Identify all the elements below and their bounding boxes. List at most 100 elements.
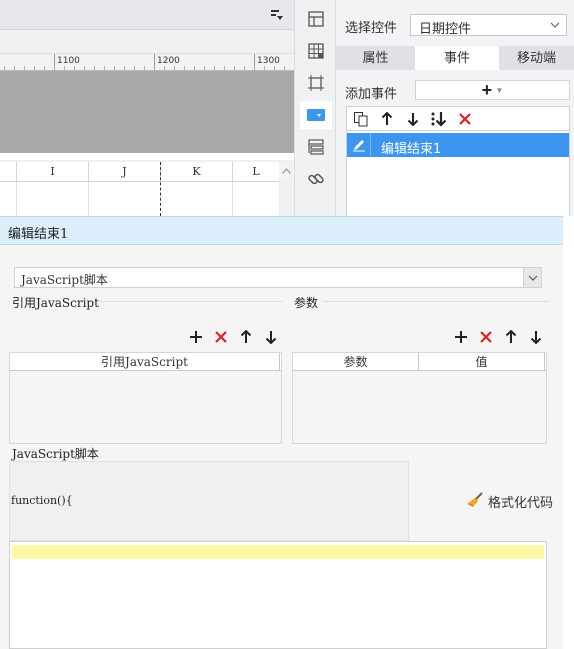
arrow-up-icon[interactable]: [238, 329, 254, 345]
section-divider: [322, 301, 550, 302]
ruler-minor-tick: [284, 66, 285, 70]
canvas-backdrop: [0, 71, 294, 153]
column-header-row: I J K L: [0, 162, 279, 182]
format-code-label: 格式化代码: [488, 494, 554, 510]
ruler-minor-tick: [174, 66, 175, 70]
delete-icon[interactable]: [213, 329, 229, 345]
event-item-label: 编辑结束1: [381, 142, 442, 157]
column-header-k[interactable]: K: [161, 162, 233, 182]
layout-icon[interactable]: [300, 5, 332, 33]
ruler-minor-tick: [204, 66, 205, 70]
page-break-line: [160, 162, 161, 216]
delete-icon[interactable]: [478, 329, 494, 345]
code-prefix-text: function(){: [11, 494, 73, 507]
column-header-cell[interactable]: [0, 162, 17, 182]
add-event-button[interactable]: + ▼: [415, 80, 570, 100]
tab-mobile[interactable]: 移动端: [499, 46, 574, 70]
tab-properties[interactable]: 属性: [336, 46, 415, 70]
add-event-label: 添加事件: [345, 86, 398, 101]
dialog-body: JavaScript脚本 引用JavaScript 引用JavaScript 参…: [0, 245, 563, 649]
arrow-down-icon[interactable]: [528, 329, 544, 345]
ruler-minor-tick: [44, 66, 45, 70]
component-toolbar: [294, 0, 336, 216]
chevron-down-icon[interactable]: [523, 268, 541, 287]
add-icon[interactable]: [453, 329, 469, 345]
ruler-minor-tick: [214, 66, 215, 70]
ruler-minor-tick: [264, 66, 265, 70]
ruler-minor-tick: [4, 66, 5, 70]
delete-icon[interactable]: [456, 110, 474, 128]
event-type-value: JavaScript脚本: [21, 273, 108, 287]
arrow-up-icon[interactable]: [503, 329, 519, 345]
params-section-label: 参数: [294, 296, 319, 310]
ruler-minor-tick: [114, 66, 115, 70]
ruler-minor-tick: [74, 66, 75, 70]
ref-js-table[interactable]: 引用JavaScript: [9, 352, 282, 444]
javascript-code-editor[interactable]: [9, 541, 547, 649]
expand-menu-icon[interactable]: [270, 8, 284, 22]
grid-line: [88, 182, 89, 216]
ruler-minor-tick: [24, 66, 25, 70]
broom-icon: [466, 491, 484, 511]
params-table-header: 参数 值: [293, 353, 546, 371]
ruler-minor-tick: [224, 66, 225, 70]
ruler-label: 1300: [257, 56, 280, 66]
chevron-down-icon: [550, 19, 560, 29]
link-icon[interactable]: [300, 165, 332, 193]
ruler-minor-tick: [164, 66, 165, 70]
ruler-minor-tick: [254, 66, 255, 70]
event-toolbar: [347, 107, 569, 131]
list-stack-icon[interactable]: [300, 133, 332, 161]
script-section-label: JavaScript脚本: [12, 447, 99, 461]
chevron-down-icon: ▼: [495, 86, 504, 95]
ref-js-section-label: 引用JavaScript: [12, 296, 99, 310]
report-designer-canvas[interactable]: 1100 1200 1300 I J K L: [0, 0, 294, 216]
move-to-bottom-icon[interactable]: [430, 110, 448, 128]
ruler-minor-tick: [144, 66, 145, 70]
ruler-minor-tick: [274, 66, 275, 70]
copy-icon[interactable]: [352, 110, 370, 128]
code-editor-active-line[interactable]: [12, 545, 544, 559]
scroll-up-arrow-icon[interactable]: [279, 162, 294, 182]
add-icon[interactable]: [188, 329, 204, 345]
ruler-label: 1200: [157, 56, 180, 66]
grid-cells[interactable]: [0, 182, 279, 216]
dialog-title: 编辑结束1: [8, 227, 69, 242]
arrow-down-icon[interactable]: [263, 329, 279, 345]
widget-dropdown-icon[interactable]: [300, 101, 332, 129]
ruler-minor-tick: [184, 66, 185, 70]
dialog-header: 编辑结束1: [0, 216, 563, 245]
column-header-l[interactable]: L: [233, 162, 279, 182]
ruler-minor-tick: [124, 66, 125, 70]
frame-icon[interactable]: [300, 69, 332, 97]
select-control-value: 日期控件: [419, 21, 472, 36]
ruler-minor-tick: [64, 66, 65, 70]
event-list-item[interactable]: 编辑结束1: [347, 133, 569, 157]
ruler-minor-tick: [154, 66, 155, 70]
arrow-down-icon[interactable]: [404, 110, 422, 128]
plus-icon: +: [481, 80, 493, 100]
ruler-minor-tick: [194, 66, 195, 70]
table-grid-icon[interactable]: [300, 37, 332, 65]
horizontal-ruler: 1100 1200 1300: [0, 53, 294, 72]
ruler-minor-tick: [244, 66, 245, 70]
tab-events[interactable]: 事件: [415, 46, 499, 70]
properties-panel: 选择控件 日期控件 属性 事件 移动端 添加事件 + ▼ 编辑结束1: [336, 0, 574, 216]
format-code-button[interactable]: 格式化代码: [466, 491, 554, 511]
param-name-column-header[interactable]: 参数: [293, 353, 419, 371]
event-type-select[interactable]: JavaScript脚本: [14, 267, 542, 288]
arrow-up-icon[interactable]: [378, 110, 396, 128]
pencil-icon: [347, 133, 371, 157]
ruler-minor-tick: [134, 66, 135, 70]
ruler-minor-tick: [104, 66, 105, 70]
select-control-dropdown[interactable]: 日期控件: [410, 14, 567, 36]
ref-js-column-header[interactable]: 引用JavaScript: [10, 353, 280, 371]
column-header-j[interactable]: J: [89, 162, 161, 182]
canvas-gap: [0, 153, 294, 160]
ruler-minor-tick: [14, 66, 15, 70]
params-table[interactable]: 参数 值: [292, 352, 547, 444]
ruler-minor-tick: [94, 66, 95, 70]
column-header-i[interactable]: I: [17, 162, 89, 182]
ruler-minor-tick: [34, 66, 35, 70]
param-value-column-header[interactable]: 值: [419, 353, 545, 371]
